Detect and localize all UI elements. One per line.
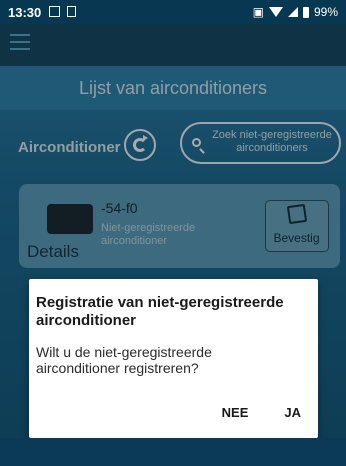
bottom-background [0, 438, 346, 466]
image-icon [49, 6, 60, 17]
dialog-title: Registratie van niet-geregistreerde airc… [36, 294, 284, 329]
no-button[interactable]: NEE [222, 405, 249, 420]
vibrate-icon: ▣ [252, 5, 264, 19]
yes-button[interactable]: JA [284, 405, 301, 420]
battery-percent: 99% [313, 5, 338, 19]
signal-icon [287, 7, 298, 17]
status-bar: 13:30 ▣ 99% [0, 0, 346, 24]
battery-icon [302, 6, 309, 18]
document-icon [67, 6, 76, 17]
registration-dialog: Registratie van niet-geregistreerde airc… [29, 279, 318, 438]
wifi-icon [268, 7, 283, 17]
dialog-actions: NEE JA [222, 405, 301, 420]
status-right: ▣ 99% [253, 5, 338, 19]
status-time: 13:30 [8, 5, 42, 20]
dialog-message: Wilt u de niet-geregistreerde airconditi… [36, 344, 212, 376]
